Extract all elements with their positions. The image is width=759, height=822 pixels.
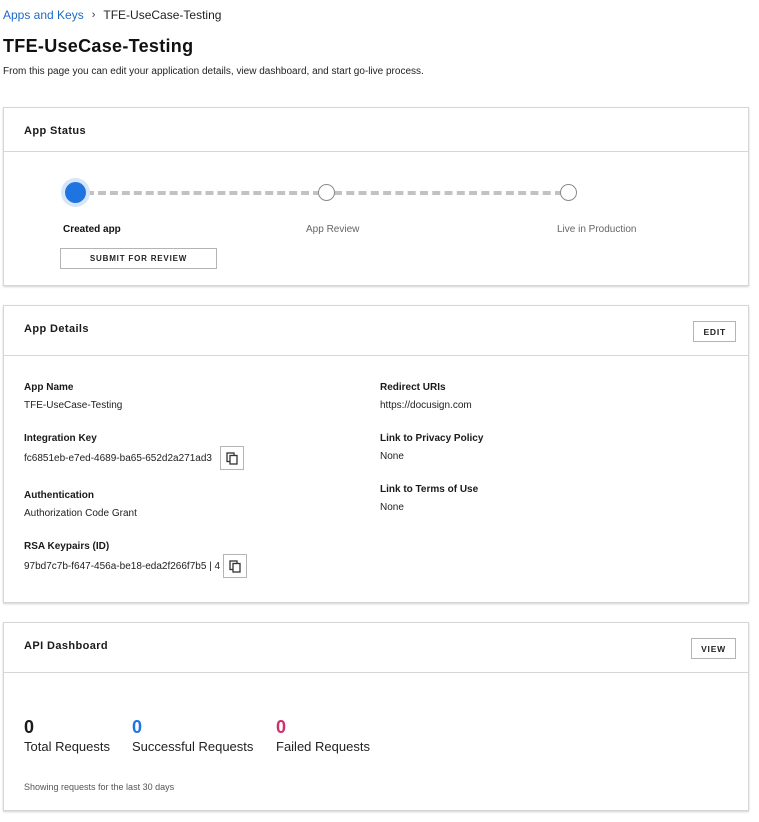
successful-requests-label: Successful Requests (132, 739, 254, 754)
page-title: TFE-UseCase-Testing (3, 36, 194, 56)
total-requests-count: 0 (24, 717, 35, 737)
field-privacy-policy: Link to Privacy Policy None (380, 433, 483, 462)
privacy-policy-value: None (380, 451, 404, 462)
failed-requests-label: Failed Requests (276, 739, 370, 754)
stat-successful-requests: 0 Successful Requests (132, 717, 253, 754)
api-dashboard-header: API Dashboard VIEW (4, 623, 748, 673)
copy-rsa-keypair-button[interactable] (223, 554, 248, 578)
stat-failed-requests: 0 Failed Requests (276, 717, 370, 754)
stepper-track-2 (334, 191, 563, 195)
chevron-right-icon: › (91, 9, 96, 21)
submit-for-review-button[interactable]: SUBMIT FOR REVIEW (60, 248, 217, 269)
page-description: From this page you can edit your applica… (3, 66, 424, 77)
rsa-keypairs-value: 97bd7c7b-f647-456a-be18-eda2f266f7b5 | 4 (24, 560, 221, 572)
field-integration-key: Integration Key fc6851eb-e7ed-4689-ba65-… (24, 433, 244, 470)
api-dashboard-card: API Dashboard VIEW 0 Total Requests 0 Su… (3, 622, 749, 811)
redirect-uris-label: Redirect URIs (380, 382, 446, 393)
field-authentication: Authentication Authorization Code Grant (24, 490, 137, 519)
step-dot-live (560, 184, 577, 201)
authentication-label: Authentication (24, 490, 94, 501)
successful-requests-count: 0 (132, 717, 143, 737)
integration-key-value: fc6851eb-e7ed-4689-ba65-652d2a271ad3 (24, 452, 212, 464)
app-name-label: App Name (24, 382, 74, 393)
field-redirect-uris: Redirect URIs https://docusign.com (380, 382, 472, 411)
rsa-keypairs-row: 97bd7c7b-f647-456a-be18-eda2f266f7b5 | 4 (24, 554, 248, 578)
copy-integration-key-button[interactable] (219, 446, 244, 470)
requests-footnote: Showing requests for the last 30 days (24, 782, 175, 792)
status-stepper: Created app App Review Live in Productio… (4, 108, 750, 287)
app-details-title: App Details (24, 323, 89, 335)
field-terms-of-use: Link to Terms of Use None (380, 484, 478, 513)
copy-icon (226, 451, 238, 465)
app-details-card: App Details EDIT App Name TFE-UseCase-Te… (3, 305, 749, 603)
app-details-header: App Details EDIT (4, 306, 748, 356)
app-status-card: App Status Created app App Review Live i… (3, 107, 749, 286)
integration-key-label: Integration Key (24, 433, 97, 444)
integration-key-row: fc6851eb-e7ed-4689-ba65-652d2a271ad3 (24, 446, 244, 470)
failed-requests-count: 0 (276, 717, 287, 737)
step-label-review: App Review (306, 224, 360, 235)
total-requests-label: Total Requests (24, 739, 110, 754)
breadcrumb-current: TFE-UseCase-Testing (103, 8, 222, 22)
redirect-uris-value: https://docusign.com (380, 400, 472, 411)
edit-button[interactable]: EDIT (693, 321, 736, 342)
step-dot-review (318, 184, 335, 201)
view-button[interactable]: VIEW (691, 638, 736, 659)
terms-of-use-label: Link to Terms of Use (380, 484, 479, 495)
step-label-live: Live in Production (557, 224, 637, 235)
privacy-policy-label: Link to Privacy Policy (380, 433, 484, 444)
authentication-value: Authorization Code Grant (24, 508, 137, 519)
field-app-name: App Name TFE-UseCase-Testing (24, 382, 122, 411)
terms-of-use-value: None (380, 502, 404, 513)
field-rsa-keypairs: RSA Keypairs (ID) 97bd7c7b-f647-456a-be1… (24, 541, 248, 578)
rsa-keypairs-label: RSA Keypairs (ID) (24, 541, 110, 552)
stat-total-requests: 0 Total Requests (24, 717, 110, 754)
step-dot-created (65, 182, 86, 203)
breadcrumb-link-apps-and-keys[interactable]: Apps and Keys (3, 8, 84, 22)
app-name-value: TFE-UseCase-Testing (24, 400, 123, 411)
stepper-track-1 (86, 191, 321, 195)
step-label-created: Created app (63, 224, 121, 235)
breadcrumb: Apps and Keys › TFE-UseCase-Testing (3, 8, 221, 22)
api-dashboard-title: API Dashboard (24, 640, 109, 652)
copy-icon (229, 559, 241, 573)
